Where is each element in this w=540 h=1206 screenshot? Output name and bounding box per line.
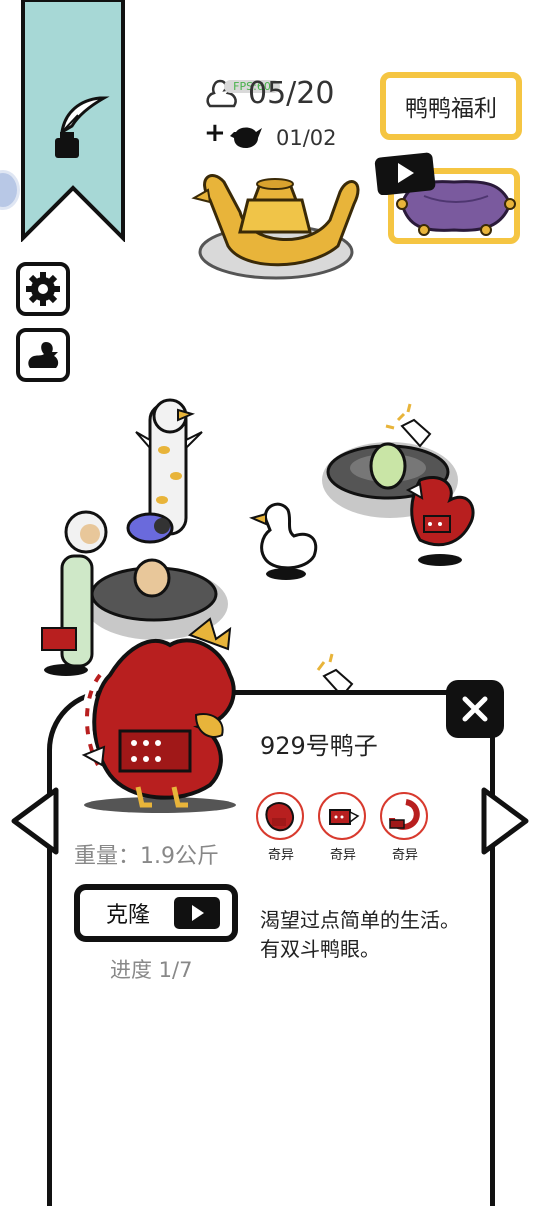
trait-label: 奇异 [267, 848, 294, 863]
friend-avatar[interactable] [0, 170, 20, 210]
duck-weight: 重量：1.9公斤 [74, 844, 219, 869]
dragon-coil-icon [380, 792, 428, 840]
teapot-icon [230, 127, 262, 148]
close-icon [462, 696, 488, 722]
close-button[interactable] [446, 680, 504, 738]
duck-collection-button[interactable] [16, 328, 70, 382]
dragon-duck-small[interactable] [405, 476, 475, 566]
next-duck-button[interactable] [480, 786, 532, 856]
video-play-icon [174, 897, 221, 929]
trait-label: 奇异 [329, 848, 356, 863]
white-duck[interactable] [249, 502, 318, 580]
welfare-label: 鸭鸭福利 [405, 96, 497, 122]
trait-3[interactable]: 奇异 [380, 792, 430, 863]
blue-hair-duck[interactable] [126, 512, 174, 544]
duck-description: 渴望过点简单的生活。 有双斗鸭眼。 [260, 908, 460, 961]
bookmark-ribbon[interactable] [20, 0, 126, 242]
trait-label: 奇异 [391, 848, 418, 863]
trait-2[interactable]: 奇异 [318, 792, 368, 863]
duck-silhouette-icon [28, 342, 59, 368]
dragon-duck-portrait [81, 617, 236, 813]
clone-label: 克隆 [106, 903, 151, 928]
duck-welfare-button[interactable]: 鸭鸭福利 [380, 72, 522, 140]
golden-duck-pot[interactable] [190, 160, 360, 280]
clone-progress: 进度 1/7 [110, 958, 193, 982]
tap-hand-icon [385, 403, 432, 448]
dragon-segment-icon [318, 792, 366, 840]
duck-name: 929号鸭子 [260, 732, 378, 760]
gear-icon [26, 272, 60, 306]
settings-button[interactable] [16, 262, 70, 316]
add-pot-button[interactable]: + [204, 118, 226, 148]
previous-duck-button[interactable] [8, 786, 60, 856]
trait-1[interactable]: 奇异 [256, 792, 306, 863]
duck-count: 05/20 [248, 76, 335, 111]
dragon-duck-icon [256, 792, 304, 840]
pot-count: 01/02 [276, 126, 337, 150]
clone-button[interactable]: 克隆 [74, 884, 238, 942]
video-ad-icon[interactable] [374, 151, 436, 195]
